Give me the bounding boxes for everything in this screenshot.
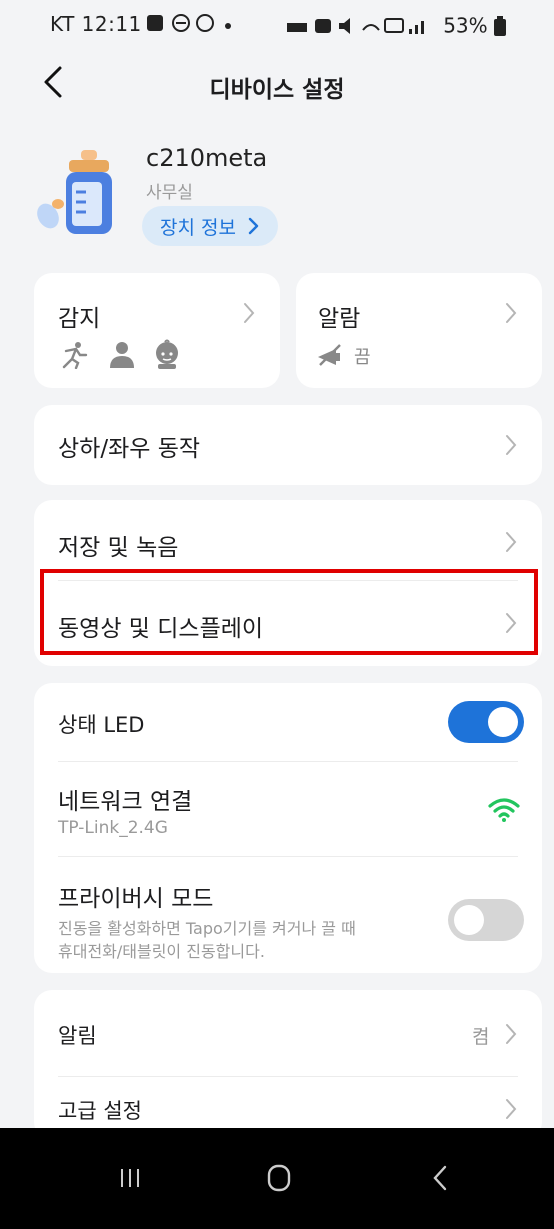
alarm-label: 알람 <box>318 306 361 332</box>
baby-icon <box>156 339 178 369</box>
pan-tilt-label: 상하/좌우 동작 <box>58 436 201 462</box>
highlight-box <box>40 569 538 655</box>
privacy-desc-line1: 진동을 활성화하면 Tapo기기를 켜거나 끌 때 <box>58 919 356 938</box>
privacy-label: 프라이버시 모드 <box>58 886 214 912</box>
notifications-value: 켬 <box>472 1026 490 1048</box>
home-icon[interactable] <box>266 1164 292 1192</box>
running-person-icon <box>62 342 88 369</box>
person-icon <box>110 342 134 368</box>
network-ssid: TP-Link_2.4G <box>58 818 168 838</box>
status-carrier-time: KT 12:11 <box>50 12 142 36</box>
toggle-knob <box>454 905 484 935</box>
network-row[interactable]: 네트워크 연결 TP-Link_2.4G <box>34 762 542 856</box>
battery-percent: 53% <box>443 13 488 38</box>
privacy-row: 프라이버시 모드 진동을 활성화하면 Tapo기기를 켜거나 끌 때 휴대전화/… <box>34 857 542 973</box>
status-led-row: 상태 LED <box>34 683 542 761</box>
chevron-right-icon <box>506 532 517 552</box>
toggles-card: 상태 LED 네트워크 연결 TP-Link_2.4G 프라이버시 모드 진동을… <box>34 683 542 973</box>
wifi-icon <box>488 798 520 822</box>
device-info-label: 장치 정보 <box>160 216 236 239</box>
status-bar: KT 12:11 53% <box>0 0 554 44</box>
status-notification-icons <box>145 12 235 39</box>
advanced-settings-label: 고급 설정 <box>58 1099 142 1123</box>
pan-tilt-row[interactable]: 상하/좌우 동작 <box>34 405 542 485</box>
alarm-status: 끔 <box>354 347 371 368</box>
device-name: c210meta <box>146 144 268 172</box>
battery-icon <box>494 15 506 36</box>
device-summary: c210meta 사무실 장치 정보 <box>0 130 554 260</box>
detection-label: 감지 <box>58 306 101 332</box>
chevron-right-icon <box>506 435 517 455</box>
baby-bottle-camera-icon <box>36 148 116 238</box>
status-system-icons: 53% <box>286 12 506 38</box>
more-settings-card: 알림 켬 고급 설정 <box>34 990 542 1140</box>
notifications-label: 알림 <box>58 1024 97 1048</box>
alarm-off-icon <box>318 344 341 366</box>
privacy-desc-line2: 휴대전화/태블릿이 진동합니다. <box>58 942 265 961</box>
chevron-right-icon <box>506 303 517 323</box>
device-room: 사무실 <box>146 183 193 203</box>
storage-label: 저장 및 녹음 <box>58 535 179 561</box>
status-led-toggle[interactable] <box>448 701 524 743</box>
detection-card[interactable]: 감지 <box>34 273 280 388</box>
back-nav-icon[interactable] <box>430 1164 450 1192</box>
privacy-toggle[interactable] <box>448 899 524 941</box>
device-info-button[interactable]: 장치 정보 <box>142 206 278 246</box>
top-app-bar: 디바이스 설정 <box>0 58 554 108</box>
notifications-row[interactable]: 알림 켬 <box>34 990 542 1074</box>
status-led-label: 상태 LED <box>58 713 145 737</box>
chevron-right-icon <box>506 1024 517 1044</box>
network-label: 네트워크 연결 <box>58 789 193 815</box>
system-navigation-bar <box>0 1128 554 1229</box>
chevron-right-icon <box>506 1099 517 1119</box>
chevron-right-icon <box>248 217 259 235</box>
toggle-knob <box>488 707 518 737</box>
page-title: 디바이스 설정 <box>209 77 345 103</box>
alarm-card[interactable]: 알람 끔 <box>296 273 542 388</box>
chevron-right-icon <box>244 303 255 323</box>
storage-row[interactable]: 저장 및 녹음 <box>34 500 542 580</box>
recent-apps-icon[interactable] <box>118 1166 142 1190</box>
